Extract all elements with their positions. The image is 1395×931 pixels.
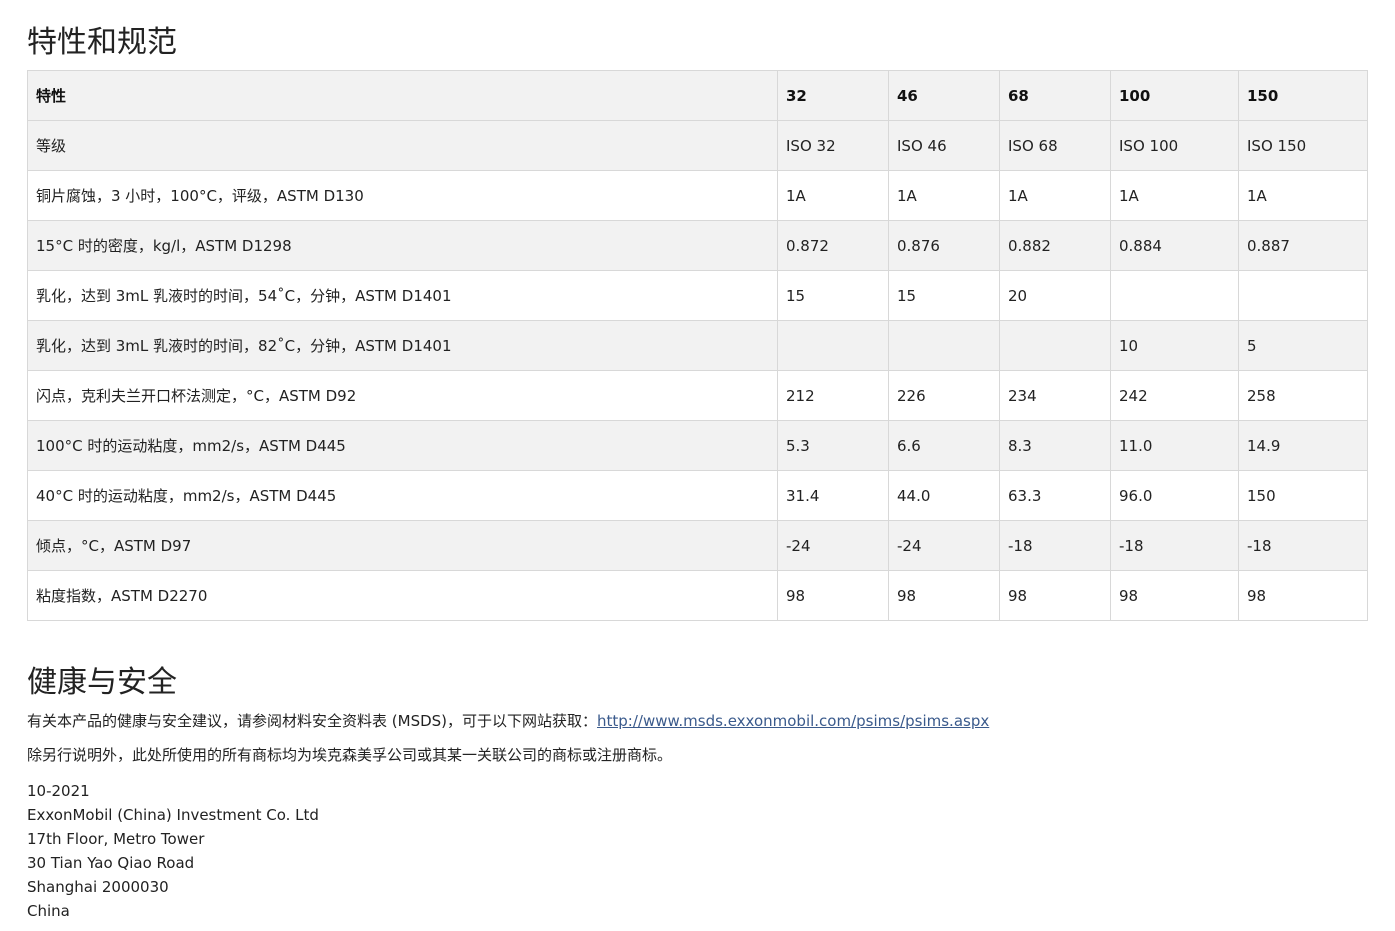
table-row: 15°C 时的密度，kg/l，ASTM D1298 0.872 0.876 0.882… (27, 220, 1368, 271)
header-grade-32: 32 (777, 70, 889, 121)
company-address-block: 10-2021 ExxonMobil (China) Investment Co… (27, 779, 319, 923)
value-cell: 15 (777, 270, 889, 321)
value-cell: 63.3 (999, 470, 1111, 521)
value-cell: 258 (1238, 370, 1368, 421)
value-cell: 6.6 (888, 420, 1000, 471)
value-cell: -18 (1110, 520, 1239, 571)
value-cell: 20 (999, 270, 1111, 321)
property-name-cell: 乳化，达到 3mL 乳液时的时间，82˚C，分钟，ASTM D1401 (27, 320, 778, 371)
value-cell: ISO 68 (999, 120, 1111, 171)
specs-table: 特性 32 46 68 100 150 等级 ISO 32 ISO 46 ISO 68… (27, 70, 1368, 621)
value-cell: 0.882 (999, 220, 1111, 271)
value-cell: 14.9 (1238, 420, 1368, 471)
table-row: 40°C 时的运动粘度，mm2/s，ASTM D445 31.4 44.0 63.3 9… (27, 470, 1368, 521)
table-row: 倾点，°C，ASTM D97 -24 -24 -18 -18 -18 (27, 520, 1368, 571)
address-line: 17th Floor, Metro Tower (27, 830, 205, 848)
table-row: 粘度指数，ASTM D2270 98 98 98 98 98 (27, 570, 1368, 621)
address-line: China (27, 902, 70, 920)
table-row: 100°C 时的运动粘度，mm2/s，ASTM D445 5.3 6.6 8.3 11.… (27, 420, 1368, 471)
value-cell: 15 (888, 270, 1000, 321)
trademark-paragraph: 除另行说明外，此处所使用的所有商标均为埃克森美孚公司或其某一关联公司的商标或注册… (27, 746, 673, 764)
specs-section-title: 特性和规范 (27, 25, 177, 60)
value-cell: ISO 46 (888, 120, 1000, 171)
value-cell: 98 (1238, 570, 1368, 621)
value-cell: 226 (888, 370, 1000, 421)
value-cell: 11.0 (1110, 420, 1239, 471)
value-cell: 31.4 (777, 470, 889, 521)
specs-table-body: 等级 ISO 32 ISO 46 ISO 68 ISO 100 ISO 150 铜片腐蚀，3… (27, 120, 1368, 621)
header-grade-150: 150 (1238, 70, 1368, 121)
property-name-cell: 40°C 时的运动粘度，mm2/s，ASTM D445 (27, 470, 778, 521)
header-grade-68: 68 (999, 70, 1111, 121)
value-cell: ISO 150 (1238, 120, 1368, 171)
value-cell: 1A (888, 170, 1000, 221)
value-cell: 0.872 (777, 220, 889, 271)
publication-date: 10-2021 (27, 782, 90, 800)
table-row: 乳化，达到 3mL 乳液时的时间，82˚C，分钟，ASTM D1401 10 5 (27, 320, 1368, 371)
table-row: 铜片腐蚀，3 小时，100°C，评级，ASTM D130 1A 1A 1A 1A 1A (27, 170, 1368, 221)
value-cell: 10 (1110, 320, 1239, 371)
msds-link[interactable]: http://www.msds.exxonmobil.com/psims/psi… (597, 712, 989, 730)
value-cell: 5.3 (777, 420, 889, 471)
value-cell: 150 (1238, 470, 1368, 521)
header-grade-46: 46 (888, 70, 1000, 121)
msds-paragraph: 有关本产品的健康与安全建议，请参阅材料安全资料表 (MSDS)，可于以下网站获取… (27, 711, 989, 731)
value-cell (1110, 270, 1239, 321)
value-cell (777, 320, 889, 371)
address-line: Shanghai 2000030 (27, 878, 169, 896)
address-line: 30 Tian Yao Qiao Road (27, 854, 195, 872)
value-cell: 98 (777, 570, 889, 621)
value-cell: ISO 100 (1110, 120, 1239, 171)
value-cell: 8.3 (999, 420, 1111, 471)
value-cell: 98 (1110, 570, 1239, 621)
value-cell: 1A (1238, 170, 1368, 221)
value-cell: 1A (1110, 170, 1239, 221)
table-row: 乳化，达到 3mL 乳液时的时间，54˚C，分钟，ASTM D1401 15 15 2… (27, 270, 1368, 321)
header-property: 特性 (27, 70, 778, 121)
value-cell: -18 (999, 520, 1111, 571)
value-cell: 44.0 (888, 470, 1000, 521)
value-cell: 0.876 (888, 220, 1000, 271)
table-row: 闪点，克利夫兰开口杯法测定，°C，ASTM D92 212 226 234 242 258 (27, 370, 1368, 421)
table-row: 等级 ISO 32 ISO 46 ISO 68 ISO 100 ISO 150 (27, 120, 1368, 171)
value-cell: 96.0 (1110, 470, 1239, 521)
value-cell: 98 (999, 570, 1111, 621)
value-cell (999, 320, 1111, 371)
property-name-cell: 15°C 时的密度，kg/l，ASTM D1298 (27, 220, 778, 271)
value-cell (1238, 270, 1368, 321)
value-cell: 1A (777, 170, 889, 221)
property-name-cell: 100°C 时的运动粘度，mm2/s，ASTM D445 (27, 420, 778, 471)
msds-text: 有关本产品的健康与安全建议，请参阅材料安全资料表 (MSDS)，可于以下网站获取… (27, 712, 598, 730)
value-cell: 98 (888, 570, 1000, 621)
property-name-cell: 铜片腐蚀，3 小时，100°C，评级，ASTM D130 (27, 170, 778, 221)
value-cell (888, 320, 1000, 371)
value-cell: 0.884 (1110, 220, 1239, 271)
property-name-cell: 倾点，°C，ASTM D97 (27, 520, 778, 571)
property-name-cell: 粘度指数，ASTM D2270 (27, 570, 778, 621)
property-name-cell: 等级 (27, 120, 778, 171)
value-cell: 5 (1238, 320, 1368, 371)
value-cell: -24 (888, 520, 1000, 571)
value-cell: 212 (777, 370, 889, 421)
value-cell: 242 (1110, 370, 1239, 421)
address-line: ExxonMobil (China) Investment Co. Ltd (27, 806, 319, 824)
property-name-cell: 闪点，克利夫兰开口杯法测定，°C，ASTM D92 (27, 370, 778, 421)
value-cell: 1A (999, 170, 1111, 221)
header-grade-100: 100 (1110, 70, 1239, 121)
value-cell: 0.887 (1238, 220, 1368, 271)
value-cell: -24 (777, 520, 889, 571)
value-cell: 234 (999, 370, 1111, 421)
property-name-cell: 乳化，达到 3mL 乳液时的时间，54˚C，分钟，ASTM D1401 (27, 270, 778, 321)
table-header-row: 特性 32 46 68 100 150 (27, 70, 1368, 121)
health-section-title: 健康与安全 (27, 665, 177, 700)
value-cell: ISO 32 (777, 120, 889, 171)
value-cell: -18 (1238, 520, 1368, 571)
